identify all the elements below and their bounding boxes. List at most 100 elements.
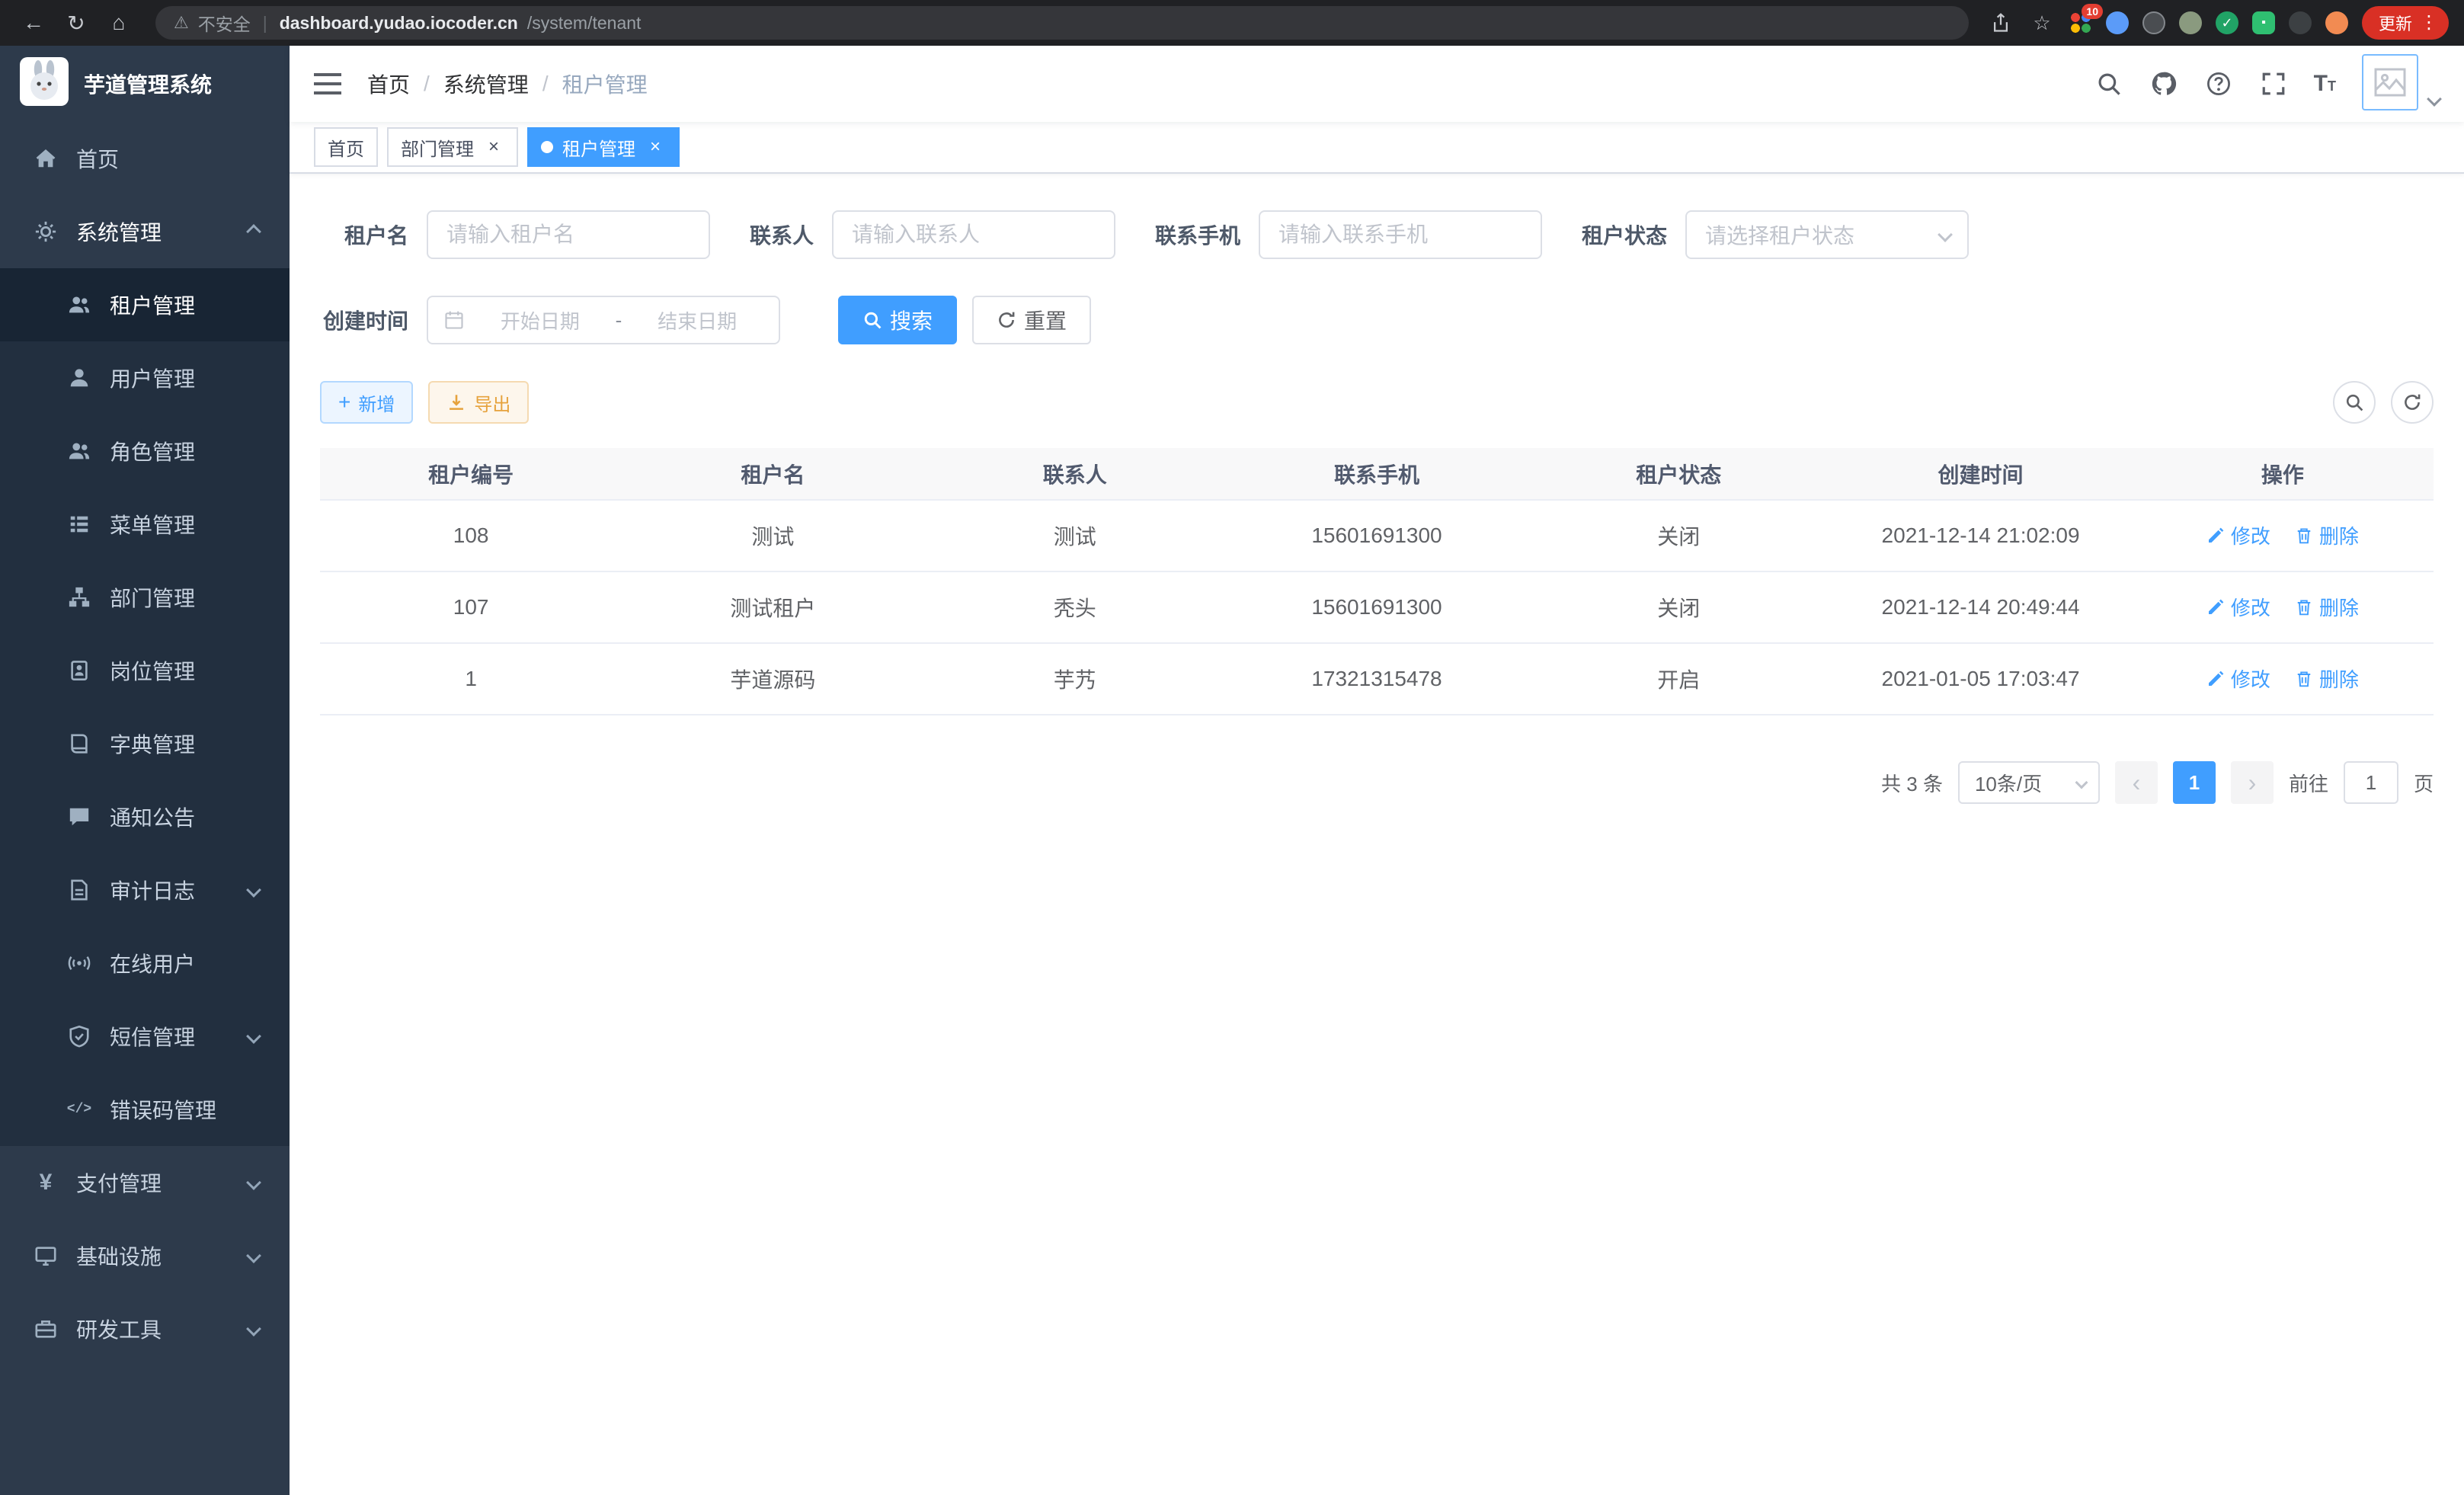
- sidebar-item-label: 角色管理: [110, 436, 195, 466]
- url-path: /system/tenant: [527, 13, 642, 34]
- extension-pin-3[interactable]: [2142, 11, 2165, 34]
- sidebar-item-label: 支付管理: [76, 1167, 162, 1198]
- create-time-label: 创建时间: [320, 305, 408, 335]
- address-bar[interactable]: ⚠ 不安全 | dashboard.yudao.iocoder.cn/syste…: [155, 6, 1969, 40]
- delete-button[interactable]: 删除: [2295, 593, 2359, 621]
- status-cell: 开启: [1528, 643, 1829, 715]
- sidebar-toggle-icon[interactable]: [314, 72, 341, 95]
- share-icon[interactable]: [1987, 9, 2014, 37]
- phone-input[interactable]: [1259, 210, 1542, 259]
- sidebar-item-dept[interactable]: 部门管理: [0, 561, 290, 634]
- search-icon[interactable]: [2094, 69, 2123, 98]
- edit-label: 修改: [2231, 521, 2270, 549]
- sidebar-item-online[interactable]: 在线用户: [0, 927, 290, 1000]
- tenant-name-cell: 芋道源码: [622, 643, 923, 715]
- filter-contact: 联系人: [750, 210, 1115, 259]
- page-size-select[interactable]: 10条/页: [1958, 761, 2100, 804]
- contact-cell: 测试: [924, 500, 1226, 571]
- tab-home[interactable]: 首页: [314, 127, 378, 167]
- delete-button[interactable]: 删除: [2295, 664, 2359, 693]
- status-cell: 关闭: [1528, 500, 1829, 571]
- tab-label: 首页: [328, 134, 364, 161]
- sidebar-item-home[interactable]: 首页: [0, 122, 290, 195]
- sidebar-item-label: 系统管理: [76, 216, 162, 247]
- breadcrumb-home[interactable]: 首页: [367, 69, 410, 99]
- sidebar-item-post[interactable]: 岗位管理: [0, 634, 290, 707]
- sidebar-item-menu[interactable]: 菜单管理: [0, 488, 290, 561]
- extension-pin-5[interactable]: ✓: [2216, 11, 2238, 34]
- id-badge-icon: [67, 658, 91, 683]
- add-button[interactable]: + 新增: [320, 381, 413, 424]
- browser-profile-avatar[interactable]: [2325, 11, 2348, 34]
- fullscreen-icon[interactable]: [2259, 69, 2288, 98]
- user-menu[interactable]: [2362, 54, 2440, 114]
- sidebar-item-audit[interactable]: 审计日志: [0, 853, 290, 927]
- next-page-button[interactable]: ›: [2231, 761, 2274, 804]
- goto-page-input[interactable]: [2344, 761, 2398, 804]
- phone-label: 联系手机: [1155, 219, 1240, 250]
- tenant-id-cell: 108: [320, 500, 622, 571]
- extension-pin-1[interactable]: 10: [2069, 11, 2092, 34]
- sidebar-item-sms[interactable]: 短信管理: [0, 1000, 290, 1073]
- phone-cell: 15601691300: [1226, 571, 1528, 643]
- address-separator: |: [263, 13, 267, 34]
- edit-button[interactable]: 修改: [2206, 593, 2270, 621]
- chrome-update-button[interactable]: 更新 ⋮: [2362, 6, 2449, 40]
- back-button[interactable]: ←: [15, 5, 52, 41]
- extension-pin-2[interactable]: [2106, 11, 2129, 34]
- sidebar-item-label: 通知公告: [110, 802, 195, 832]
- delete-button[interactable]: 删除: [2295, 521, 2359, 549]
- tenant-name-input[interactable]: [427, 210, 710, 259]
- edit-button[interactable]: 修改: [2206, 664, 2270, 693]
- tab-dept[interactable]: 部门管理 ×: [387, 127, 518, 167]
- sidebar-item-user[interactable]: 用户管理: [0, 341, 290, 415]
- extension-pin-6[interactable]: ▪: [2252, 11, 2275, 34]
- sidebar-item-tools[interactable]: 研发工具: [0, 1292, 290, 1365]
- bookmark-star-icon[interactable]: ☆: [2028, 9, 2056, 37]
- avatar[interactable]: [2362, 54, 2418, 110]
- sidebar-item-system[interactable]: 系统管理: [0, 195, 290, 268]
- sidebar-item-infra[interactable]: 基础设施: [0, 1219, 290, 1292]
- table-row: 107 测试租户 秃头 15601691300 关闭 2021-12-14 20…: [320, 571, 2434, 643]
- breadcrumb-system[interactable]: 系统管理: [443, 69, 529, 99]
- date-range-picker[interactable]: 开始日期 - 结束日期: [427, 296, 780, 344]
- sidebar-item-dict[interactable]: 字典管理: [0, 707, 290, 780]
- sidebar-item-pay[interactable]: ¥ 支付管理: [0, 1146, 290, 1219]
- chevron-down-icon: [246, 882, 261, 898]
- created-cell: 2021-12-14 21:02:09: [1829, 500, 2131, 571]
- broadcast-icon: [67, 951, 91, 975]
- prev-page-button[interactable]: ‹: [2115, 761, 2158, 804]
- contact-input[interactable]: [832, 210, 1115, 259]
- sidebar-item-role[interactable]: 角色管理: [0, 415, 290, 488]
- search-button[interactable]: 搜索: [838, 296, 957, 344]
- sidebar-item-label: 字典管理: [110, 728, 195, 759]
- chevron-down-icon: [246, 1029, 261, 1044]
- export-button[interactable]: 导出: [428, 381, 529, 424]
- add-button-label: 新增: [358, 389, 395, 416]
- edit-button[interactable]: 修改: [2206, 521, 2270, 549]
- tab-tenant[interactable]: 租户管理 ×: [527, 127, 680, 167]
- sidebar: 芋道管理系统 首页 系统管理 租户管: [0, 46, 290, 1495]
- sidebar-item-errcode[interactable]: </> 错误码管理: [0, 1073, 290, 1146]
- extension-pin-4[interactable]: [2179, 11, 2202, 34]
- app-title: 芋道管理系统: [84, 69, 212, 99]
- toggle-search-button[interactable]: [2333, 381, 2376, 424]
- sidebar-item-notice[interactable]: 通知公告: [0, 780, 290, 853]
- reload-button[interactable]: ↻: [58, 5, 94, 41]
- page-1-button[interactable]: 1: [2173, 761, 2216, 804]
- extensions-puzzle-icon[interactable]: [2289, 11, 2312, 34]
- main-area: 首页 / 系统管理 / 租户管理: [290, 46, 2464, 1495]
- status-select[interactable]: 请选择租户状态: [1685, 210, 1969, 259]
- sidebar-item-tenant[interactable]: 租户管理: [0, 268, 290, 341]
- refresh-table-button[interactable]: [2391, 381, 2434, 424]
- delete-label: 删除: [2319, 593, 2359, 621]
- font-size-icon[interactable]: TT: [2314, 71, 2336, 97]
- reset-button-label: 重置: [1024, 305, 1067, 335]
- browser-home-button[interactable]: ⌂: [101, 5, 137, 41]
- help-icon[interactable]: [2204, 69, 2233, 98]
- reset-button[interactable]: 重置: [972, 296, 1091, 344]
- github-icon[interactable]: [2149, 69, 2178, 98]
- close-icon[interactable]: ×: [483, 136, 504, 158]
- contact-cell: 秃头: [924, 571, 1226, 643]
- close-icon[interactable]: ×: [645, 136, 666, 158]
